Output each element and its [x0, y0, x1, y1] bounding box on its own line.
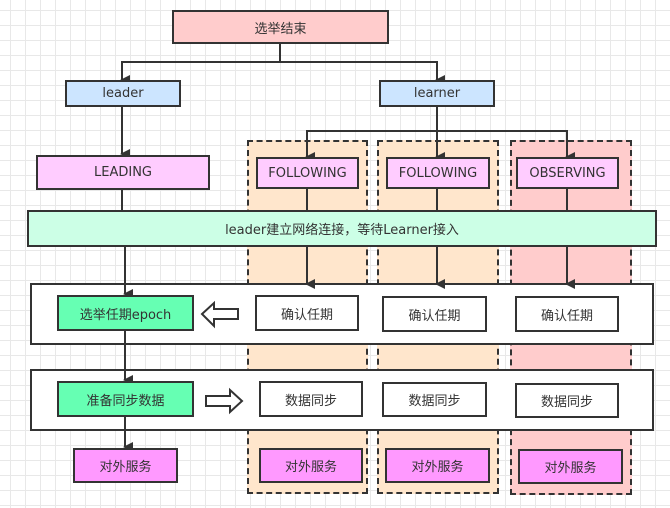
leader-serve-box: 对外服务: [73, 448, 178, 483]
arrow-top-learner: [280, 61, 445, 85]
election-end-box: 选举结束: [172, 10, 389, 44]
connect-band: leader建立网络连接，等待Learner接入: [27, 210, 657, 247]
arrow-top-split: [120, 43, 281, 85]
follower2-data-sync-box: 数据同步: [382, 382, 487, 417]
follower2-confirm-epoch-box: 确认任期: [382, 296, 487, 332]
observing-state-box: OBSERVING: [516, 157, 619, 189]
following-state-box-1: FOLLOWING: [256, 157, 359, 189]
follower2-serve-box: 对外服务: [385, 448, 490, 483]
following-state-box-2: FOLLOWING: [386, 157, 490, 189]
leader-role-box: leader: [65, 80, 181, 107]
leading-state-box: LEADING: [36, 155, 210, 190]
observer-confirm-epoch-box: 确认任期: [515, 296, 619, 332]
learner-role-box: learner: [379, 80, 495, 107]
leader-prepare-sync-box: 准备同步数据: [57, 381, 194, 417]
follower1-data-sync-box: 数据同步: [259, 381, 363, 417]
observer-data-sync-box: 数据同步: [515, 383, 619, 418]
observer-serve-box: 对外服务: [518, 449, 623, 484]
follower1-confirm-epoch-box: 确认任期: [255, 295, 359, 331]
leader-epoch-box: 选举任期epoch: [57, 295, 194, 331]
follower1-serve-box: 对外服务: [259, 448, 363, 483]
